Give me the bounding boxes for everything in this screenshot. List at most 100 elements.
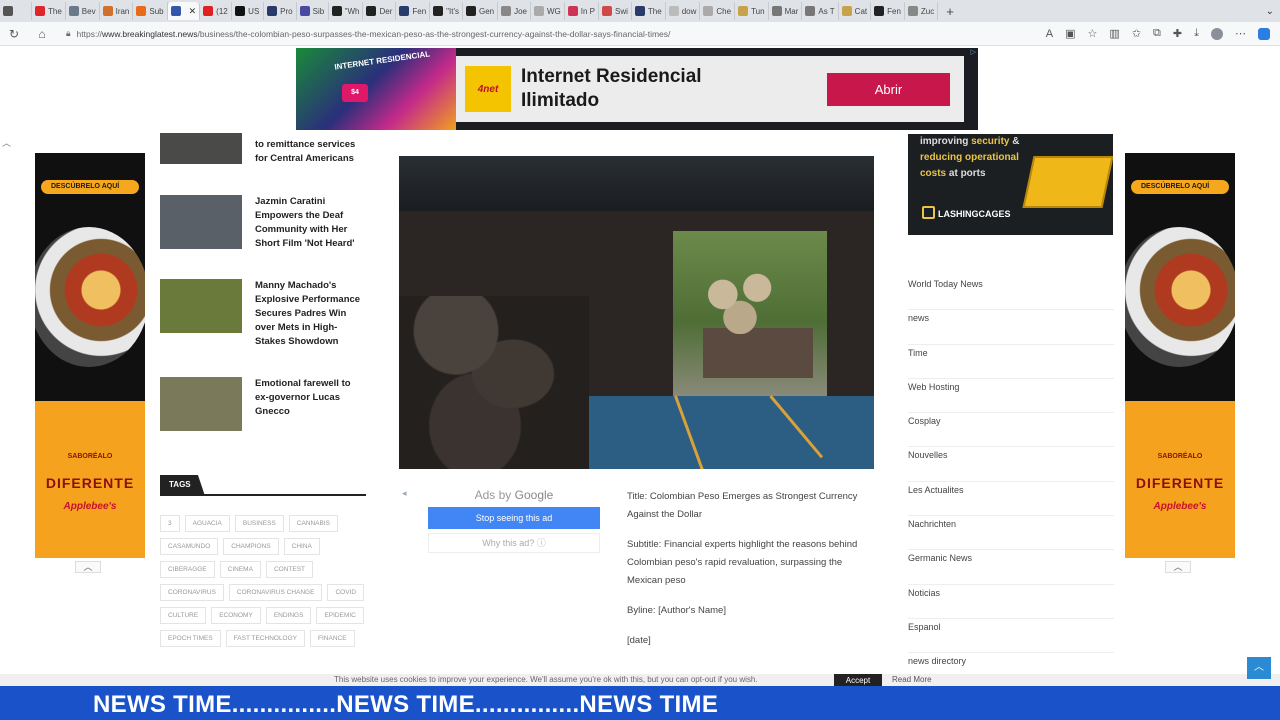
reload-icon[interactable]: ↻ xyxy=(0,27,28,41)
browser-tab[interactable]: ✕ xyxy=(167,2,201,20)
favorite-star-icon[interactable]: ☆ xyxy=(1088,27,1098,40)
tag-link[interactable]: ENDINGS xyxy=(265,607,312,624)
browser-tab[interactable]: Mar xyxy=(769,2,803,20)
news-thumbnail[interactable] xyxy=(160,195,242,249)
read-aloud-icon[interactable]: A xyxy=(1046,28,1053,40)
category-link[interactable]: Germanic News xyxy=(908,550,1114,585)
browser-tab[interactable]: Gen xyxy=(463,2,499,20)
browser-tab[interactable]: "Wh xyxy=(329,2,364,20)
tag-link[interactable]: CONTEST xyxy=(265,561,313,578)
split-screen-icon[interactable]: ▥ xyxy=(1109,27,1119,40)
why-this-ad-button[interactable]: Why this ad? ⓘ xyxy=(428,533,600,553)
browser-tab[interactable]: Tun xyxy=(735,2,769,20)
browser-tab[interactable]: Sub xyxy=(133,2,168,20)
browser-tab[interactable]: Cat xyxy=(839,2,872,20)
tag-link[interactable]: CULTURE xyxy=(160,607,207,624)
browser-tab[interactable]: The xyxy=(632,2,666,20)
browser-tab[interactable]: "It's xyxy=(430,2,463,20)
list-item[interactable]: Manny Machado's Explosive Performance Se… xyxy=(160,279,366,349)
browser-tab[interactable]: US xyxy=(232,2,265,20)
chevron-up-icon[interactable]: ︿ xyxy=(2,136,11,149)
address-bar[interactable]: 🔒︎ https://www.breakinglatest.news/busin… xyxy=(66,25,946,43)
news-title[interactable]: to remittance services for Central Ameri… xyxy=(255,138,366,166)
browser-tab[interactable]: The xyxy=(32,2,66,20)
tag-link[interactable]: CORONAVIRUS xyxy=(160,584,224,601)
app-icon[interactable]: ▣ xyxy=(1065,27,1075,40)
tag-link[interactable]: CIBERAGGE xyxy=(160,561,215,578)
tag-link[interactable]: 3 xyxy=(160,515,180,532)
extension-icon[interactable]: ✚ xyxy=(1173,27,1182,40)
tag-link[interactable]: AGUACIA xyxy=(184,515,230,532)
ad-close-icon[interactable]: ◂ xyxy=(402,488,407,499)
tag-link[interactable]: CHAMPIONS xyxy=(223,538,279,555)
category-link[interactable]: Nouvelles xyxy=(908,447,1114,482)
download-icon[interactable]: ⤓ xyxy=(1194,27,1199,40)
top-banner-ad[interactable]: INTERNET RESIDENCIAL $4 4net Internet Re… xyxy=(296,48,978,130)
browser-tab[interactable]: Bev xyxy=(66,2,100,20)
close-tab-icon[interactable]: ✕ xyxy=(189,6,197,17)
browser-tab[interactable]: Zuc xyxy=(905,2,939,20)
favorites-icon[interactable]: ✩ xyxy=(1132,27,1141,40)
list-item[interactable]: Emotional farewell to ex-governor Lucas … xyxy=(160,377,366,431)
browser-tab[interactable]: Sib xyxy=(297,2,329,20)
tag-link[interactable]: FAST TECHNOLOGY xyxy=(225,630,306,647)
tag-link[interactable]: BUSINESS xyxy=(234,515,284,532)
category-link[interactable]: news xyxy=(908,310,1114,345)
stop-seeing-ad-button[interactable]: Stop seeing this ad xyxy=(428,507,600,529)
browser-tab[interactable]: As T xyxy=(802,2,839,20)
collections-icon[interactable]: ⧉ xyxy=(1153,27,1161,40)
list-item[interactable]: to remittance services for Central Ameri… xyxy=(160,133,366,166)
news-title[interactable]: Emotional farewell to ex-governor Lucas … xyxy=(255,377,366,431)
news-title[interactable]: Manny Machado's Explosive Performance Se… xyxy=(255,279,366,349)
browser-tab[interactable]: In P xyxy=(565,2,600,20)
browser-tab[interactable]: Fen xyxy=(396,2,431,20)
tag-link[interactable]: EPOCH TIMES xyxy=(160,630,221,647)
browser-tab[interactable]: Iran xyxy=(100,2,134,20)
browser-tab[interactable]: Pro xyxy=(264,2,297,20)
right-skyscraper-ad[interactable]: DESCÚBRELO AQUÍ SABORÉALO DIFERENTE Appl… xyxy=(1125,153,1235,558)
ad-open-button[interactable]: Abrir xyxy=(827,73,950,106)
new-tab-button[interactable]: + xyxy=(938,4,962,19)
home-icon[interactable]: ⌂ xyxy=(28,27,56,41)
browser-tab[interactable]: Che xyxy=(700,2,736,20)
right-banner-ad[interactable]: improving security & reducing operationa… xyxy=(908,134,1113,235)
browser-tab[interactable]: Joe xyxy=(498,2,531,20)
tag-link[interactable]: FINANCE xyxy=(310,630,355,647)
category-link[interactable]: Nachrichten xyxy=(908,516,1114,551)
news-thumbnail[interactable] xyxy=(160,377,242,431)
tag-link[interactable]: CINEMA xyxy=(219,561,261,578)
edge-sidebar-icon[interactable] xyxy=(1258,27,1270,40)
left-skyscraper-ad[interactable]: DESCÚBRELO AQUÍ SABORÉALO DIFERENTE Appl… xyxy=(35,153,145,558)
tag-link[interactable]: CORONAVIRUS CHANGE xyxy=(228,584,323,601)
read-more-link[interactable]: Read More xyxy=(892,675,932,684)
adchoices-icon[interactable]: ▷ xyxy=(971,48,976,56)
browser-tab[interactable]: Der xyxy=(363,2,397,20)
browser-tab[interactable]: dow xyxy=(666,2,701,20)
news-title[interactable]: Jazmin Caratini Empowers the Deaf Commun… xyxy=(255,195,366,251)
tag-link[interactable]: ECONOMY xyxy=(211,607,261,624)
tag-link[interactable]: CANNABIS xyxy=(288,515,338,532)
more-menu-icon[interactable]: ⋯ xyxy=(1235,27,1246,40)
list-item[interactable]: Jazmin Caratini Empowers the Deaf Commun… xyxy=(160,195,366,251)
category-link[interactable]: Cosplay xyxy=(908,413,1114,448)
browser-tab[interactable]: (12 xyxy=(200,2,233,20)
browser-tab[interactable] xyxy=(0,2,32,20)
browser-tab[interactable]: Swi xyxy=(599,2,632,20)
tag-link[interactable]: CASAMUNDO xyxy=(160,538,219,555)
tag-link[interactable]: COVID xyxy=(327,584,365,601)
tag-link[interactable]: CHINA xyxy=(283,538,320,555)
browser-tab[interactable]: WG xyxy=(531,2,565,20)
category-link[interactable]: Time xyxy=(908,345,1114,379)
category-link[interactable]: World Today News xyxy=(908,276,1114,311)
tag-link[interactable]: EPIDEMIC xyxy=(316,607,364,624)
news-thumbnail[interactable] xyxy=(160,279,242,333)
scroll-to-top-icon[interactable]: ︿ xyxy=(1247,657,1271,679)
profile-avatar[interactable] xyxy=(1211,27,1223,40)
category-link[interactable]: Web Hosting xyxy=(908,379,1114,414)
chevron-up-icon[interactable]: ︿ xyxy=(75,561,101,573)
browser-tab[interactable]: Fen xyxy=(871,2,905,20)
category-link[interactable]: Noticias xyxy=(908,585,1114,619)
category-link[interactable]: Espanol xyxy=(908,619,1114,654)
news-thumbnail[interactable] xyxy=(160,133,242,164)
category-link[interactable]: Les Actualites xyxy=(908,482,1114,517)
